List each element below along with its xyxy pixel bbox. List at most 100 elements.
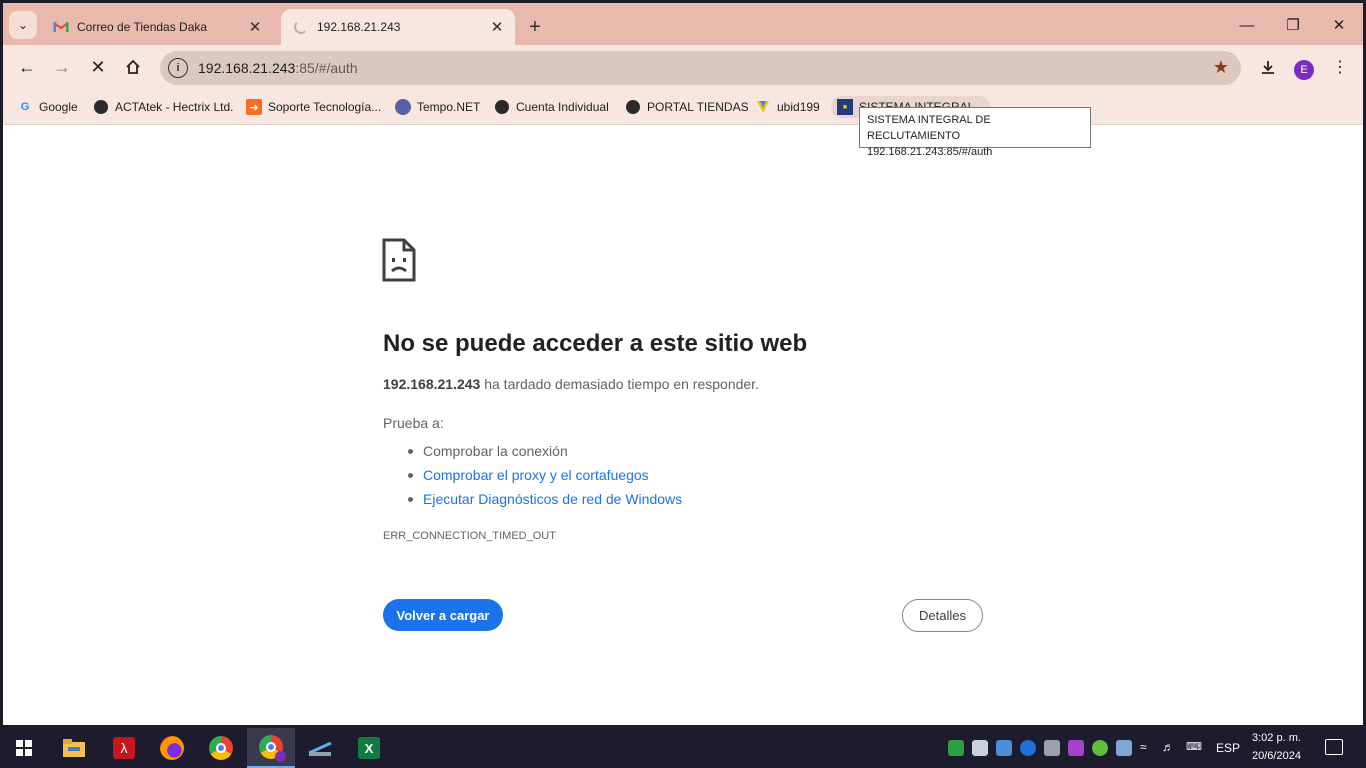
bookmark-cuenta[interactable]: Cuenta Individual [494, 96, 609, 118]
taskbar-scanner-app[interactable] [296, 728, 344, 768]
bookmark-soporte[interactable]: ➜ Soporte Tecnología... [246, 96, 381, 118]
forward-button[interactable]: → [48, 53, 76, 81]
ubid-icon [755, 99, 771, 115]
url-path: :85/#/auth [295, 60, 358, 76]
scanner-icon [308, 741, 332, 756]
tab-gmail[interactable]: Correo de Tiendas Daka ✕ [43, 9, 273, 45]
meet-now-icon[interactable] [1044, 740, 1060, 756]
bookmark-portal[interactable]: PORTAL TIENDAS [625, 96, 749, 118]
new-tab-button[interactable]: + [523, 15, 547, 39]
reload-button[interactable]: Volver a cargar [383, 599, 503, 631]
globe-icon [93, 99, 109, 115]
taskbar-excel[interactable]: X [345, 728, 393, 768]
home-button[interactable] [119, 53, 147, 81]
sync-icon[interactable] [1092, 740, 1108, 756]
chrome-profile-icon [259, 735, 286, 762]
clock-time[interactable]: 3:02 p. m. [1252, 732, 1301, 744]
address-bar[interactable]: i 192.168.21.243 :85/#/auth ★ [160, 51, 1241, 85]
bookmark-tooltip: SISTEMA INTEGRAL DE RECLUTAMIENTO 192.16… [859, 107, 1091, 158]
bookmark-label: Google [39, 100, 78, 114]
bookmark-label: PORTAL TIENDAS [647, 100, 749, 114]
bookmark-label: Cuenta Individual [516, 100, 609, 114]
bookmark-actatek[interactable]: ACTAtek - Hectrix Ltd. [93, 96, 233, 118]
close-icon[interactable]: ✕ [245, 17, 265, 37]
taskbar-file-explorer[interactable] [50, 728, 98, 768]
volume-icon[interactable]: ♬ [1162, 740, 1178, 756]
language-indicator[interactable]: ESP [1216, 741, 1240, 755]
support-icon: ➜ [246, 99, 262, 115]
notification-icon[interactable] [1325, 739, 1343, 755]
downloads-button[interactable] [1254, 53, 1282, 81]
acrobat-icon: λ [113, 737, 135, 759]
suggestion-check-connection: Comprobar la conexión [383, 439, 682, 463]
taskbar-chrome-profile-active[interactable] [247, 728, 295, 768]
details-button[interactable]: Detalles [902, 599, 983, 632]
screen: ⌄ Correo de Tiendas Daka ✕ 192.168.21.24… [0, 0, 1366, 768]
tab-search-button[interactable]: ⌄ [9, 11, 37, 39]
navigation-toolbar: ← → ✕ i 192.168.21.243 :85/#/auth ★ E ⋮ [3, 45, 1363, 89]
profile-avatar[interactable]: E [1294, 60, 1314, 80]
taskbar: λ X ≈ ♬ ⌨ ESP 3:02 p. m. 20/6/2024 [0, 728, 1366, 768]
bookmark-label: Soporte Tecnología... [268, 100, 382, 114]
start-button[interactable] [0, 728, 48, 768]
google-icon: G [20, 101, 30, 113]
globe-icon [494, 99, 510, 115]
security-shield-icon[interactable] [948, 740, 964, 756]
close-icon[interactable]: ✕ [487, 17, 507, 37]
bookmark-label: Tempo.NET [417, 100, 481, 114]
minimize-button[interactable]: — [1227, 11, 1267, 39]
download-icon [1262, 61, 1274, 74]
tab-title: Correo de Tiendas Daka [77, 20, 208, 34]
bookmarks-bar: G Google ACTAtek - Hectrix Ltd. ➜ Soport… [3, 89, 1363, 125]
network-app-icon[interactable] [996, 740, 1012, 756]
tempo-icon [395, 99, 411, 115]
back-button[interactable]: ← [13, 53, 41, 81]
gmail-icon [53, 19, 69, 35]
firefox-icon [160, 736, 184, 760]
bluetooth-icon[interactable] [1020, 740, 1036, 756]
error-host: 192.168.21.243 [383, 376, 481, 392]
windows-icon [16, 740, 32, 756]
restore-button[interactable]: ❐ [1273, 11, 1313, 39]
url-host: 192.168.21.243 [198, 60, 296, 76]
taskbar-firefox[interactable] [148, 728, 196, 768]
clock-date[interactable]: 20/6/2024 [1252, 750, 1301, 762]
bookmark-ubid[interactable]: ubid199 [755, 96, 820, 118]
stop-loading-button[interactable]: ✕ [84, 53, 112, 81]
input-method-icon[interactable]: ⌨ [1186, 740, 1202, 756]
error-desc-text: ha tardado demasiado tiempo en responder… [480, 376, 759, 392]
loading-spinner-icon [293, 19, 309, 35]
error-title: No se puede acceder a este sitio web [383, 330, 808, 357]
menu-kebab-icon[interactable]: ⋮ [1326, 53, 1354, 81]
suggestion-list: Comprobar la conexión Comprobar el proxy… [383, 439, 682, 511]
window-close-button[interactable]: ✕ [1319, 11, 1359, 39]
tooltip-url: 192.168.21.243:85/#/auth [867, 146, 993, 158]
sad-document-icon [382, 238, 416, 282]
taskbar-chrome[interactable] [197, 728, 245, 768]
tab-title: 192.168.21.243 [317, 20, 401, 34]
try-label: Prueba a: [383, 415, 444, 431]
globe-icon [625, 99, 641, 115]
error-code: ERR_CONNECTION_TIMED_OUT [383, 530, 556, 542]
error-description: 192.168.21.243 ha tardado demasiado tiem… [383, 376, 759, 392]
suggestion-check-proxy-link[interactable]: Comprobar el proxy y el cortafuegos [383, 463, 682, 487]
monitor-icon[interactable] [972, 740, 988, 756]
tab-active[interactable]: 192.168.21.243 ✕ [281, 9, 515, 45]
browser-window: ⌄ Correo de Tiendas Daka ✕ 192.168.21.24… [3, 3, 1363, 725]
bookmark-star-icon[interactable]: ★ [1213, 57, 1229, 78]
home-icon [126, 59, 140, 74]
taskbar-acrobat[interactable]: λ [100, 728, 148, 768]
bookmark-google[interactable]: G Google [17, 96, 78, 118]
suggestion-run-diagnostics-link[interactable]: Ejecutar Diagnósticos de red de Windows [383, 487, 682, 511]
page-content: No se puede acceder a este sitio web 192… [3, 125, 1363, 725]
wifi-icon[interactable]: ≈ [1140, 740, 1156, 756]
chevron-down-icon: ⌄ [17, 18, 29, 32]
bookmark-label: ubid199 [777, 100, 820, 114]
site-info-icon[interactable]: i [168, 58, 188, 78]
vpn-icon[interactable] [1116, 740, 1132, 756]
folder-icon [63, 739, 85, 757]
chrome-icon [209, 736, 233, 760]
bookmark-label: ACTAtek - Hectrix Ltd. [115, 100, 234, 114]
remote-app-icon[interactable] [1068, 740, 1084, 756]
bookmark-tempo[interactable]: Tempo.NET [395, 96, 480, 118]
